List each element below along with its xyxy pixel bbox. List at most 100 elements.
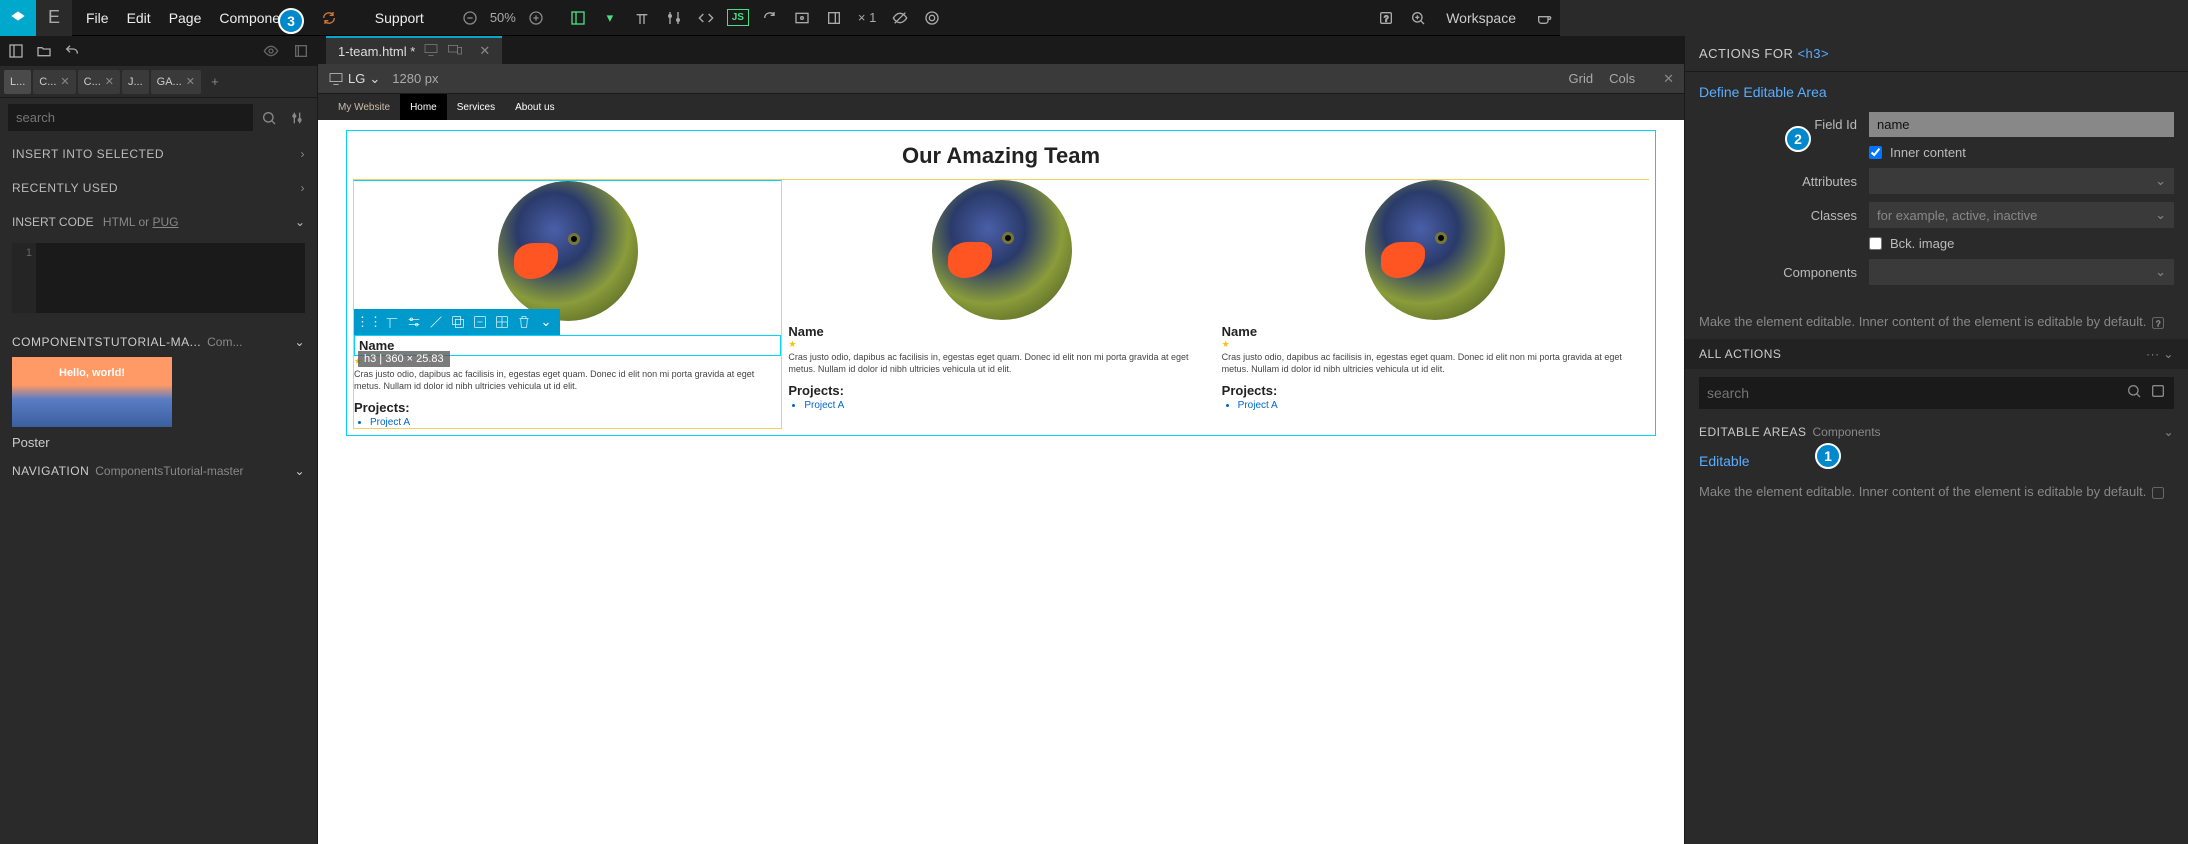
help-icon[interactable]: ? — [1370, 0, 1402, 36]
text-edit-icon[interactable] — [382, 311, 402, 333]
close-icon[interactable]: ✕ — [186, 75, 195, 88]
code-area[interactable]: 1 — [12, 243, 305, 313]
settings-icon[interactable] — [285, 104, 309, 131]
text-tool-icon[interactable] — [626, 0, 658, 36]
menu-support[interactable]: Support — [375, 10, 424, 26]
step-badge-3: 3 — [278, 8, 304, 34]
grid-button[interactable]: Grid — [1569, 71, 1594, 87]
wrap-icon[interactable] — [470, 311, 490, 333]
bck-image-checkbox[interactable] — [1869, 237, 1882, 250]
cols-button[interactable]: Cols — [1609, 71, 1635, 87]
target-icon[interactable] — [916, 0, 948, 36]
editor-logo[interactable]: E — [36, 0, 72, 36]
undo-icon[interactable] — [60, 39, 84, 63]
inner-content-label: Inner content — [1890, 145, 1966, 160]
code-tool-icon[interactable] — [690, 0, 722, 36]
close-icon[interactable]: ✕ — [479, 43, 490, 59]
trash-icon[interactable] — [514, 311, 534, 333]
poster-hello: Hello, world! — [12, 367, 172, 379]
member-photo — [932, 180, 1072, 320]
magnify-icon[interactable] — [1402, 0, 1434, 36]
zoom-in-icon[interactable] — [520, 0, 552, 36]
desktop-icon[interactable] — [423, 42, 439, 61]
coffee-icon[interactable] — [1528, 0, 1560, 36]
device-selector[interactable]: LG ⌄ — [328, 71, 380, 87]
visibility-icon[interactable] — [884, 0, 916, 36]
duplicate-icon[interactable] — [448, 311, 468, 333]
close-icon[interactable]: ✕ — [105, 75, 114, 88]
editable-link[interactable]: Editable — [1699, 453, 1750, 469]
inner-content-checkbox[interactable] — [1869, 146, 1882, 159]
preview-icon[interactable] — [786, 0, 818, 36]
canvas[interactable]: My Website Home Services About us Our Am… — [318, 94, 1684, 844]
collapse-icon[interactable] — [289, 39, 313, 63]
left-search-input[interactable] — [8, 104, 253, 131]
team-member-card[interactable]: Name ★ Cras justo odio, dapibus ac facil… — [788, 180, 1215, 429]
file-tab[interactable]: C...✕ — [33, 70, 75, 94]
team-member-card[interactable]: Name ★ Cras justo odio, dapibus ac facil… — [1222, 180, 1649, 429]
left-top-icons — [0, 36, 317, 66]
define-editable-area-link[interactable]: Define Editable Area — [1699, 84, 2174, 100]
device-icon[interactable] — [818, 0, 850, 36]
drag-handle-icon[interactable]: ⋮⋮ — [358, 311, 380, 333]
grid-icon[interactable] — [492, 311, 512, 333]
field-id-input[interactable] — [1869, 112, 2174, 137]
insert-into-selected[interactable]: INSERT INTO SELECTED› — [0, 137, 317, 171]
eye-icon[interactable] — [259, 39, 283, 63]
recently-used[interactable]: RECENTLY USED› — [0, 171, 317, 205]
page-title: Our Amazing Team — [353, 137, 1649, 180]
folder-icon[interactable] — [32, 39, 56, 63]
project-link[interactable]: Project A — [370, 417, 781, 428]
attributes-select[interactable]: ⌄ — [1869, 168, 2174, 194]
doc-tab-active[interactable]: 1-team.html * ✕ — [326, 36, 502, 64]
menu-page[interactable]: Page — [169, 10, 202, 26]
search-icon[interactable] — [257, 104, 281, 131]
paint-icon[interactable] — [426, 311, 446, 333]
refresh-icon[interactable] — [313, 0, 345, 36]
menu-edit[interactable]: Edit — [127, 10, 151, 26]
app-logo[interactable] — [0, 0, 36, 36]
file-tab[interactable]: C...✕ — [78, 70, 120, 94]
file-tab[interactable]: GA...✕ — [151, 70, 201, 94]
more-icon[interactable]: ⌄ — [536, 311, 556, 333]
adjust-tool-icon[interactable] — [658, 0, 690, 36]
devices-icon[interactable] — [447, 42, 463, 61]
panel-icon[interactable] — [4, 39, 28, 63]
close-icon[interactable]: ✕ — [1663, 71, 1674, 87]
components-tutorial-header[interactable]: COMPONENTSTUTORIAL-MA... Com... ⌄ — [12, 335, 305, 349]
element-mini-toolbar: ⋮⋮ ⌄ — [354, 309, 560, 335]
site-nav-services[interactable]: Services — [447, 94, 505, 120]
add-tab-icon[interactable]: + — [203, 70, 227, 94]
project-link[interactable]: Project A — [1238, 400, 1649, 411]
classes-select[interactable]: for example, active, inactive⌄ — [1869, 202, 2174, 228]
close-icon[interactable]: ✕ — [60, 75, 69, 88]
all-actions-header[interactable]: ALL ACTIONS··· ⌄ — [1685, 339, 2188, 369]
props-icon[interactable] — [404, 311, 424, 333]
help-icon[interactable] — [2150, 383, 2166, 402]
member-name-h3: Name — [1222, 320, 1649, 339]
site-nav-brand[interactable]: My Website — [328, 94, 400, 120]
file-tab[interactable]: J... — [122, 70, 149, 94]
navigation-header[interactable]: NAVIGATION ComponentsTutorial-master ⌄ — [12, 464, 305, 478]
site-nav-home[interactable]: Home — [400, 94, 447, 120]
search-icon[interactable] — [2126, 383, 2142, 402]
project-link[interactable]: Project A — [804, 400, 1215, 411]
svg-text:?: ? — [1384, 14, 1389, 23]
svg-text:?: ? — [2156, 319, 2161, 328]
workspace-label[interactable]: Workspace — [1434, 10, 1528, 26]
poster-thumbnail[interactable]: Hello, world! — [12, 357, 172, 427]
file-tab[interactable]: L... — [4, 70, 31, 94]
editable-areas-header[interactable]: EDITABLE AREAS Components ⌄ — [1685, 417, 2188, 447]
chevron-down-icon[interactable]: ▾ — [594, 0, 626, 36]
insert-code[interactable]: INSERT CODE HTML or PUG ⌄ — [0, 205, 317, 239]
components-select[interactable]: ⌄ — [1869, 259, 2174, 285]
reload-icon[interactable] — [754, 0, 786, 36]
team-member-card[interactable]: ⋮⋮ ⌄ Name h3 | 360 × 25.83 ★ — [353, 180, 782, 429]
site-nav-about[interactable]: About us — [505, 94, 564, 120]
right-panel: ACTIONS FOR <h3> Define Editable Area 2 … — [1684, 36, 2188, 844]
layout-tool-icon[interactable] — [562, 0, 594, 36]
js-tool-icon[interactable]: JS — [722, 0, 754, 36]
actions-search-input[interactable] — [1699, 377, 2174, 409]
zoom-out-icon[interactable] — [454, 0, 486, 36]
menu-file[interactable]: File — [86, 10, 109, 26]
